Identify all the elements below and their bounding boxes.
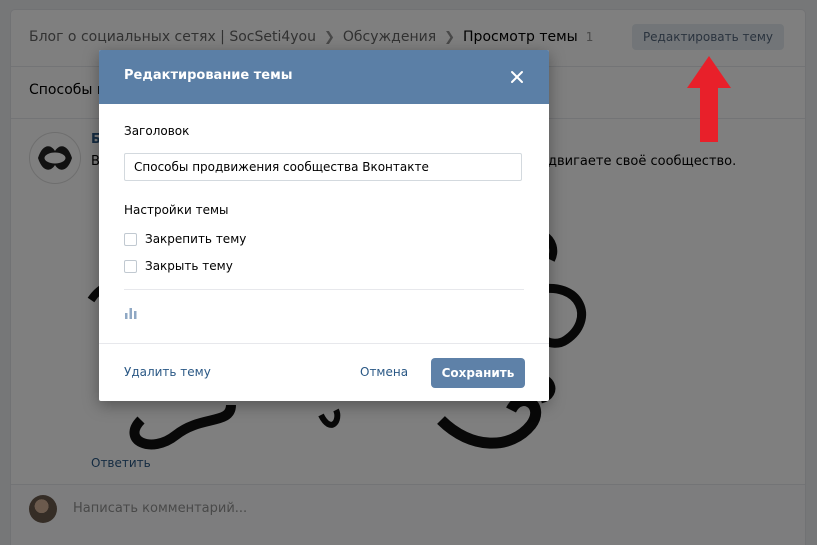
- pin-topic-checkbox[interactable]: Закрепить тему: [124, 231, 246, 247]
- divider: [99, 343, 549, 344]
- modal-header: Редактирование темы: [99, 50, 549, 104]
- topic-settings-label: Настройки темы: [124, 203, 229, 217]
- edit-topic-modal: Редактирование темы Заголовок Настройки …: [99, 50, 549, 401]
- poll-icon[interactable]: [124, 307, 138, 319]
- checkbox-box[interactable]: [124, 232, 137, 246]
- title-field-label: Заголовок: [124, 124, 190, 138]
- divider: [124, 289, 524, 290]
- modal-title: Редактирование темы: [124, 68, 293, 83]
- pin-topic-label: Закрепить тему: [145, 232, 247, 246]
- close-topic-label: Закрыть тему: [145, 259, 233, 273]
- topic-title-input[interactable]: [124, 153, 522, 181]
- close-icon[interactable]: [507, 67, 527, 87]
- save-button[interactable]: Сохранить: [431, 358, 525, 388]
- arrow-up-icon: [687, 56, 731, 142]
- cancel-button[interactable]: Отмена: [360, 365, 408, 379]
- close-topic-checkbox[interactable]: Закрыть тему: [124, 258, 233, 274]
- delete-topic-link[interactable]: Удалить тему: [124, 365, 211, 379]
- checkbox-box[interactable]: [124, 259, 137, 273]
